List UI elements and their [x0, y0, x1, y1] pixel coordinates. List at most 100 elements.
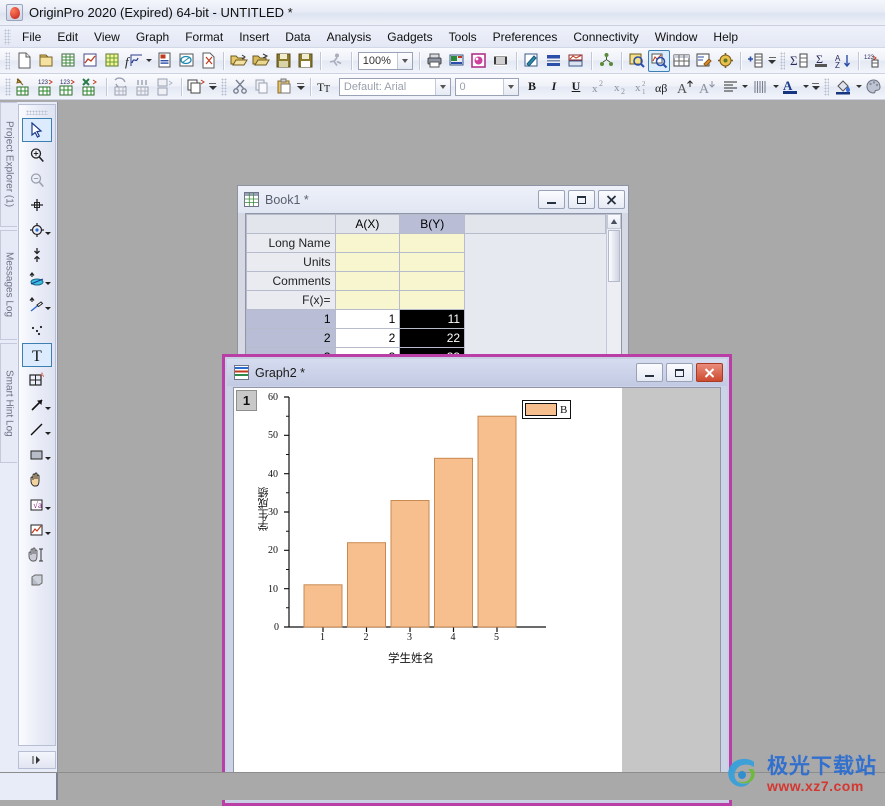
equation-dropdown[interactable]	[45, 507, 51, 510]
font-size-combo[interactable]: 0	[454, 77, 519, 96]
font-size-dropdown-arrow[interactable]	[503, 78, 518, 95]
scroll-up-arrow-icon[interactable]	[607, 214, 621, 229]
save-project-icon[interactable]	[272, 50, 294, 72]
scrollbar-thumb[interactable]	[608, 230, 620, 282]
menu-tools[interactable]: Tools	[441, 28, 485, 46]
project-explorer-tab[interactable]: Project Explorer (1)	[0, 102, 17, 227]
edit-toolbar-overflow[interactable]	[296, 76, 306, 98]
menu-window[interactable]: Window	[647, 28, 706, 46]
meta-cell-b-comments[interactable]	[399, 271, 466, 291]
cell-b-1[interactable]: 11	[399, 309, 466, 329]
subscript-icon[interactable]: x2	[609, 76, 631, 98]
export-graph-icon[interactable]	[521, 50, 543, 72]
draw-data-tool[interactable]	[22, 293, 52, 317]
font-color-dropdown[interactable]	[802, 76, 810, 98]
set-column-values-icon[interactable]: 123	[36, 76, 58, 98]
zoom-out-tool[interactable]	[22, 168, 52, 192]
new-excel-icon[interactable]	[197, 50, 219, 72]
run-script-icon[interactable]	[325, 50, 347, 72]
screen-reader-tool[interactable]	[22, 193, 52, 217]
book1-sheet-area[interactable]: A(X) B(Y) Long Name Units Comments F(x)=…	[245, 213, 622, 355]
rectangle-tool[interactable]	[22, 443, 52, 467]
regional-mask-tool[interactable]	[22, 318, 52, 342]
new-layout-icon[interactable]	[153, 50, 175, 72]
meta-cell-b-fx[interactable]	[399, 290, 466, 310]
meta-cell-b-units[interactable]	[399, 252, 466, 272]
new-function-plot-dropdown[interactable]	[145, 50, 153, 72]
edit-toolbar-grip[interactable]	[220, 77, 227, 96]
data-reader-icon[interactable]	[648, 49, 671, 72]
new-folder-icon[interactable]	[35, 50, 57, 72]
greek-icon[interactable]: αβ	[653, 76, 675, 98]
meta-cell-b-long-name[interactable]	[399, 233, 466, 253]
pointer-tool[interactable]	[22, 118, 52, 142]
fill-color-icon[interactable]	[832, 76, 854, 98]
font-combo[interactable]: Default: Arial	[338, 77, 451, 96]
layer-management-icon[interactable]	[543, 50, 565, 72]
paste-icon[interactable]	[274, 76, 296, 98]
meta-cell-a-fx[interactable]	[334, 290, 401, 310]
format-toolbar-overflow[interactable]	[810, 76, 820, 98]
annotation-icon[interactable]	[692, 50, 714, 72]
messages-log-tab[interactable]: Messages Log	[0, 230, 17, 340]
worksheet-table[interactable]: A(X) B(Y) Long Name Units Comments F(x)=…	[246, 214, 606, 354]
left-toolbar-expander[interactable]	[18, 751, 56, 769]
hand-tool[interactable]	[22, 468, 52, 492]
graph-page[interactable]: 1 B 学生成绩 0 10 20 30 40 50 60 1 2 3 4 5 学…	[233, 387, 721, 793]
graph2-maximize-button[interactable]	[666, 363, 693, 382]
book1-maximize-button[interactable]	[568, 190, 595, 209]
column-header-a[interactable]: A(X)	[334, 214, 401, 234]
worksheet[interactable]: A(X) B(Y) Long Name Units Comments F(x)=…	[246, 214, 606, 354]
new-matrix-icon[interactable]	[101, 50, 123, 72]
new-column-icon[interactable]	[14, 76, 36, 98]
save-template-icon[interactable]	[294, 50, 316, 72]
worksheet-icon[interactable]	[670, 50, 692, 72]
increase-font-icon[interactable]: A	[675, 76, 697, 98]
add-object-icon[interactable]	[745, 50, 767, 72]
plot-area[interactable]: 学生成绩 0 10 20 30 40 50 60 1 2 3 4 5 学生姓名	[258, 392, 568, 692]
graph2-titlebar[interactable]: Graph2 *	[227, 359, 727, 386]
rectangle-dropdown[interactable]	[45, 457, 51, 460]
bold-icon[interactable]: B	[521, 76, 543, 98]
new-workbook-icon[interactable]	[57, 50, 79, 72]
line-tool[interactable]	[22, 418, 52, 442]
import-wizard-icon[interactable]	[446, 50, 468, 72]
print-icon[interactable]	[424, 50, 446, 72]
superscript-subscript-icon[interactable]: x21	[631, 76, 653, 98]
meta-cell-a-units[interactable]	[334, 252, 401, 272]
menu-file[interactable]: File	[14, 28, 49, 46]
meta-cell-a-long-name[interactable]	[334, 233, 401, 253]
row-number-1[interactable]: 1	[246, 309, 336, 329]
region-select-tool[interactable]: A	[22, 368, 52, 392]
worksheet-toolbar-grip[interactable]	[5, 77, 11, 96]
smart-hint-log-tab[interactable]: Smart Hint Log	[0, 343, 17, 463]
zoom-combo[interactable]: 100%	[357, 51, 413, 70]
analysis-toolbar-grip[interactable]	[779, 51, 786, 70]
menu-gadgets[interactable]: Gadgets	[379, 28, 440, 46]
scale-tool[interactable]	[22, 543, 52, 567]
sort-icon[interactable]: AZ	[832, 50, 854, 72]
menu-view[interactable]: View	[86, 28, 128, 46]
menubar-grip[interactable]	[4, 28, 11, 45]
zoom-dropdown-arrow[interactable]	[396, 52, 412, 69]
zoom-page-icon[interactable]	[626, 50, 648, 72]
copy-icon[interactable]	[252, 76, 274, 98]
book1-close-button[interactable]	[598, 190, 625, 209]
duplicate-icon[interactable]	[186, 76, 208, 98]
book1-window[interactable]: Book1 * A(X) B(Y) Long Name Units Commen…	[237, 185, 629, 355]
menu-insert[interactable]: Insert	[231, 28, 277, 46]
new-graph-icon[interactable]	[79, 50, 101, 72]
standard-toolbar-grip[interactable]	[5, 51, 11, 70]
new-function-plot-icon[interactable]: f	[123, 50, 145, 72]
set-multiple-values-icon[interactable]: 123	[58, 76, 80, 98]
menu-format[interactable]: Format	[177, 28, 231, 46]
align-icon[interactable]	[719, 76, 741, 98]
font-color-icon[interactable]: A	[780, 76, 802, 98]
data-cursor-dropdown[interactable]	[45, 282, 51, 285]
data-selector-tool[interactable]	[22, 243, 52, 267]
font-dropdown-arrow[interactable]	[434, 78, 450, 95]
fill-color-dropdown[interactable]	[854, 76, 862, 98]
arrow-tool[interactable]	[22, 393, 52, 417]
italic-icon[interactable]: I	[543, 76, 565, 98]
book1-minimize-button[interactable]	[538, 190, 565, 209]
